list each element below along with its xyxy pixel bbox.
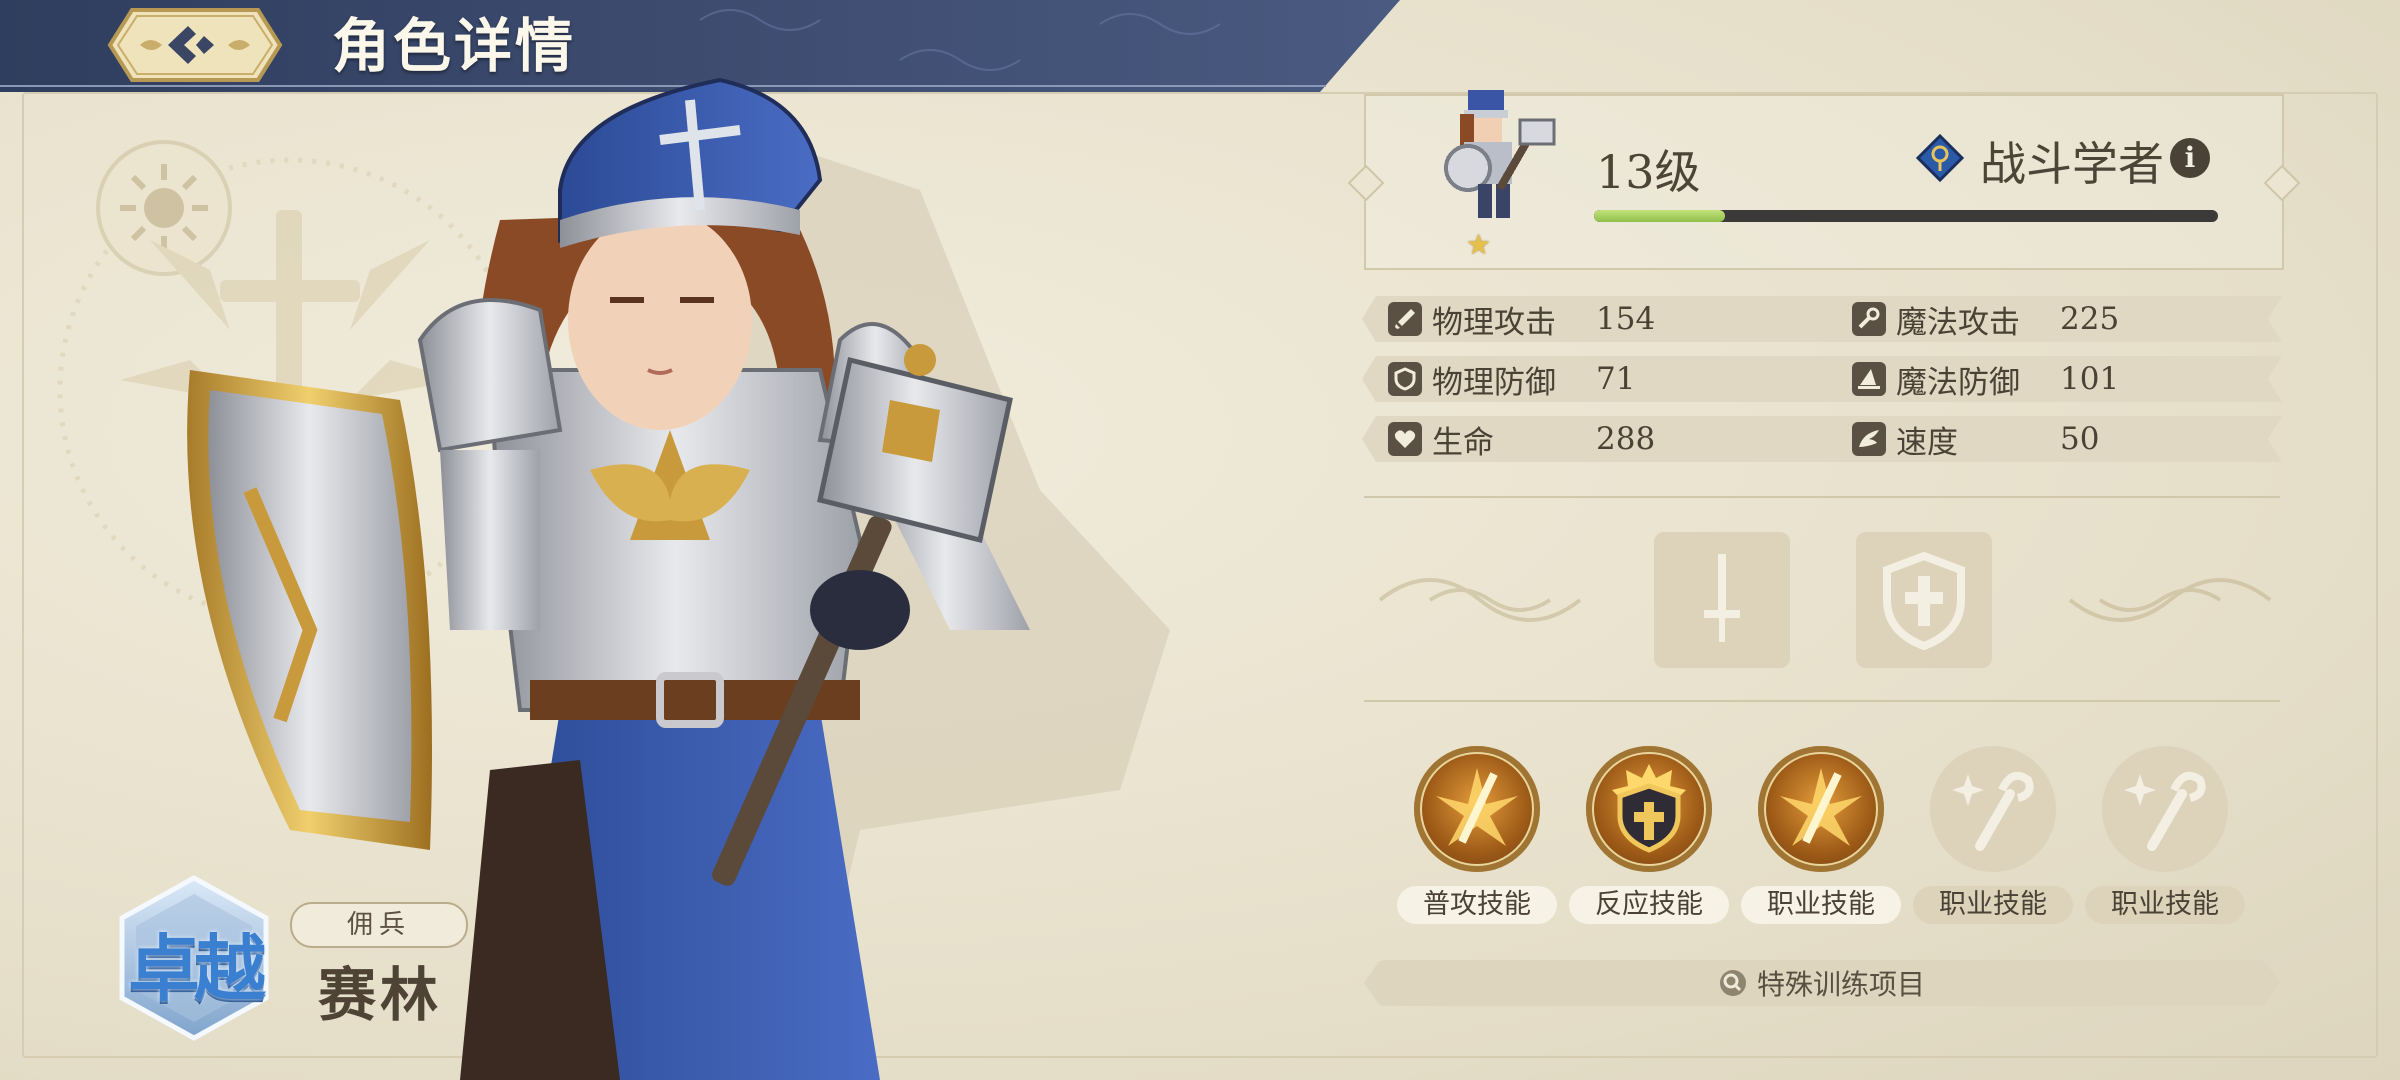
stat-physical-defense: 物理防御 71 (1388, 356, 1635, 402)
level-label: 13级 (1596, 145, 1701, 199)
cross-shield-icon (1883, 551, 1965, 650)
unit-type-badge: 佣兵 (290, 902, 468, 948)
skill-label: 普攻技能 (1397, 886, 1557, 924)
equip-slot-armor[interactable] (1856, 532, 1992, 668)
skill-reaction[interactable] (1586, 746, 1712, 872)
skill-label: 职业技能 (1913, 886, 2073, 924)
shield-burst-icon (1612, 764, 1686, 853)
xp-progress-fill (1594, 210, 1726, 222)
shield-art (187, 370, 432, 850)
divider (1364, 700, 2280, 702)
sword-icon (1388, 302, 1422, 336)
xp-progress-bar (1594, 210, 2218, 222)
search-icon (1719, 969, 1747, 997)
skill-class-1[interactable] (1758, 746, 1884, 872)
class-name: 战斗学者 (1980, 137, 2164, 191)
staff-sparkle-icon (1952, 771, 2034, 851)
stat-row-attack: 物理攻击 154 魔法攻击 225 (1362, 296, 2282, 342)
info-icon[interactable]: i (2170, 138, 2210, 178)
stat-speed: 速度 50 (1852, 416, 2099, 462)
skill-label: 职业技能 (2085, 886, 2245, 924)
character-sprite (1444, 90, 1556, 218)
divider (1364, 496, 2280, 498)
special-training-button[interactable]: 特殊训练项目 (1364, 960, 2280, 1006)
sword-icon (1704, 554, 1740, 642)
special-training-label: 特殊训练项目 (1756, 968, 1925, 1001)
stat-magic-defense: 魔法防御 101 (1852, 356, 2119, 402)
stat-row-misc: 生命 288 速度 50 (1362, 416, 2282, 462)
stat-row-defense: 物理防御 71 魔法防御 101 (1362, 356, 2282, 402)
wand-icon (1852, 302, 1886, 336)
skill-label: 职业技能 (1741, 886, 1901, 924)
wing-icon (1852, 422, 1886, 456)
equip-slot-weapon[interactable] (1654, 532, 1790, 668)
rank-label: 卓越 (127, 927, 266, 1011)
skill-class-2[interactable] (1930, 746, 2056, 872)
heart-icon (1388, 422, 1422, 456)
stat-hp: 生命 288 (1388, 416, 1655, 462)
character-name: 赛林 (318, 961, 443, 1029)
slash-burst-icon (1436, 768, 1518, 846)
skill-class-3[interactable] (2102, 746, 2228, 872)
shield-icon (1388, 362, 1422, 396)
stat-magic-attack: 魔法攻击 225 (1852, 296, 2119, 342)
slash-burst-icon (1780, 768, 1862, 846)
flourish-right (2068, 578, 2272, 622)
skill-basic-attack[interactable] (1414, 746, 1540, 872)
star-icon: ★ (1466, 228, 1492, 261)
wizard-hat-icon (1852, 362, 1886, 396)
stat-physical-attack: 物理攻击 154 (1388, 296, 1655, 342)
staff-sparkle-icon (2124, 771, 2206, 851)
skill-label: 反应技能 (1569, 886, 1729, 924)
class-gem-icon (1916, 134, 1964, 182)
flourish-left (1378, 578, 1582, 622)
